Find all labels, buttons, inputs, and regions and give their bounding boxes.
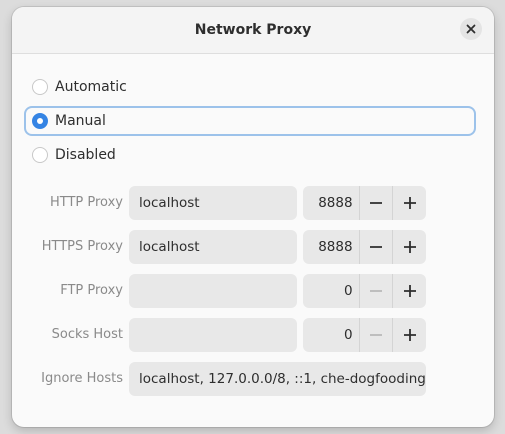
- radio-automatic[interactable]: Automatic: [26, 74, 474, 100]
- ftp-port-decrement-button[interactable]: [358, 274, 393, 308]
- http-port-decrement-button[interactable]: [358, 186, 393, 220]
- minus-icon: [369, 290, 382, 292]
- https-proxy-label: HTTPS Proxy: [41, 239, 123, 254]
- https-host-input[interactable]: localhost: [129, 230, 297, 264]
- minus-icon: [369, 246, 382, 248]
- dialog-titlebar: Network Proxy: [12, 7, 494, 54]
- https-port-stepper: 8888: [303, 230, 426, 264]
- minus-icon: [369, 202, 382, 204]
- https-port-decrement-button[interactable]: [358, 230, 393, 264]
- ftp-port-input[interactable]: 0: [303, 274, 359, 308]
- radio-disabled-label: Disabled: [55, 147, 116, 163]
- radio-disabled-indicator[interactable]: [32, 147, 48, 163]
- plus-icon: [403, 197, 416, 209]
- plus-icon: [403, 241, 416, 253]
- ignore-hosts-row: Ignore Hosts localhost, 127.0.0.0/8, ::1…: [12, 362, 494, 396]
- ignore-hosts-input[interactable]: localhost, 127.0.0.0/8, ::1, che-dogfood…: [129, 362, 426, 396]
- radio-automatic-indicator[interactable]: [32, 79, 48, 95]
- socks-port-stepper: 0: [303, 318, 426, 352]
- plus-icon: [403, 285, 416, 297]
- ftp-proxy-label: FTP Proxy: [60, 283, 123, 298]
- radio-manual-label: Manual: [55, 113, 106, 129]
- http-port-input[interactable]: 8888: [303, 186, 359, 220]
- close-button[interactable]: [460, 18, 482, 40]
- https-proxy-row: HTTPS Proxy localhost 8888: [12, 230, 494, 264]
- ftp-port-increment-button[interactable]: [392, 274, 426, 308]
- dialog-title: Network Proxy: [194, 22, 312, 38]
- radio-manual-indicator[interactable]: [32, 113, 48, 129]
- close-icon: [466, 24, 476, 34]
- ftp-host-input[interactable]: [129, 274, 297, 308]
- https-port-input[interactable]: 8888: [303, 230, 359, 264]
- http-port-stepper: 8888: [303, 186, 426, 220]
- socks-port-input[interactable]: 0: [303, 318, 359, 352]
- http-proxy-row: HTTP Proxy localhost 8888: [12, 186, 494, 220]
- ignore-hosts-label: Ignore Hosts: [41, 371, 123, 386]
- radio-manual[interactable]: Manual: [26, 108, 474, 134]
- ftp-port-stepper: 0: [303, 274, 426, 308]
- http-host-input[interactable]: localhost: [129, 186, 297, 220]
- socks-host-row: Socks Host 0: [12, 318, 494, 352]
- radio-disabled[interactable]: Disabled: [26, 142, 474, 168]
- http-proxy-label: HTTP Proxy: [49, 195, 123, 210]
- ftp-proxy-row: FTP Proxy 0: [12, 274, 494, 308]
- network-proxy-dialog: Network Proxy Automatic Manual Disabled …: [12, 7, 494, 427]
- socks-port-decrement-button[interactable]: [358, 318, 393, 352]
- plus-icon: [403, 329, 416, 341]
- http-port-increment-button[interactable]: [392, 186, 426, 220]
- socks-host-input[interactable]: [129, 318, 297, 352]
- minus-icon: [369, 334, 382, 336]
- https-port-increment-button[interactable]: [392, 230, 426, 264]
- radio-automatic-label: Automatic: [55, 79, 127, 95]
- socks-port-increment-button[interactable]: [392, 318, 426, 352]
- socks-host-label: Socks Host: [51, 327, 123, 342]
